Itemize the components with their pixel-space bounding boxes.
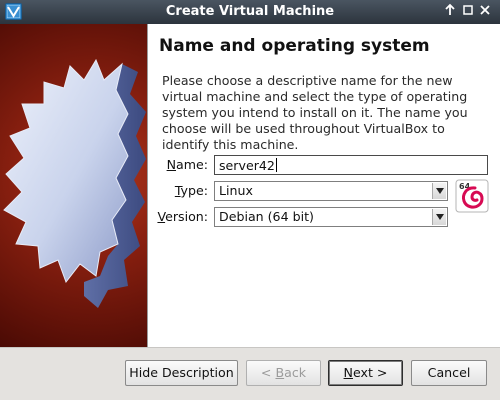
- type-select[interactable]: Linux: [214, 181, 448, 201]
- type-label: Type:: [174, 183, 208, 198]
- back-button[interactable]: < Back: [246, 360, 321, 386]
- text-caret: [275, 158, 277, 172]
- name-input[interactable]: server42: [214, 155, 488, 175]
- chevron-down-icon[interactable]: [432, 209, 446, 225]
- starburst-cube-illustration: [3, 58, 146, 308]
- window-title: Create Virtual Machine: [165, 4, 335, 19]
- hide-description-button[interactable]: Hide Description: [125, 360, 238, 386]
- next-button[interactable]: Next >: [328, 360, 403, 386]
- version-label: Version:: [157, 209, 208, 224]
- pin-icon[interactable]: [442, 3, 458, 20]
- button-bar: Hide Description < Back Next > Cancel: [0, 347, 500, 400]
- page-title: Name and operating system: [159, 36, 430, 56]
- wizard-side-artwork: [0, 24, 147, 347]
- debian-os-icon: 64: [455, 179, 489, 213]
- page-description: Please choose a descriptive name for the…: [162, 73, 468, 152]
- title-bar[interactable]: Create Virtual Machine: [0, 0, 500, 24]
- wizard-content-pane: Name and operating system Please choose …: [147, 24, 500, 347]
- name-label: Name:: [166, 157, 208, 172]
- close-icon[interactable]: [477, 3, 493, 20]
- version-select[interactable]: Debian (64 bit): [214, 207, 448, 227]
- chevron-down-icon[interactable]: [432, 183, 446, 199]
- cancel-button[interactable]: Cancel: [411, 360, 487, 386]
- maximize-icon[interactable]: [460, 3, 476, 20]
